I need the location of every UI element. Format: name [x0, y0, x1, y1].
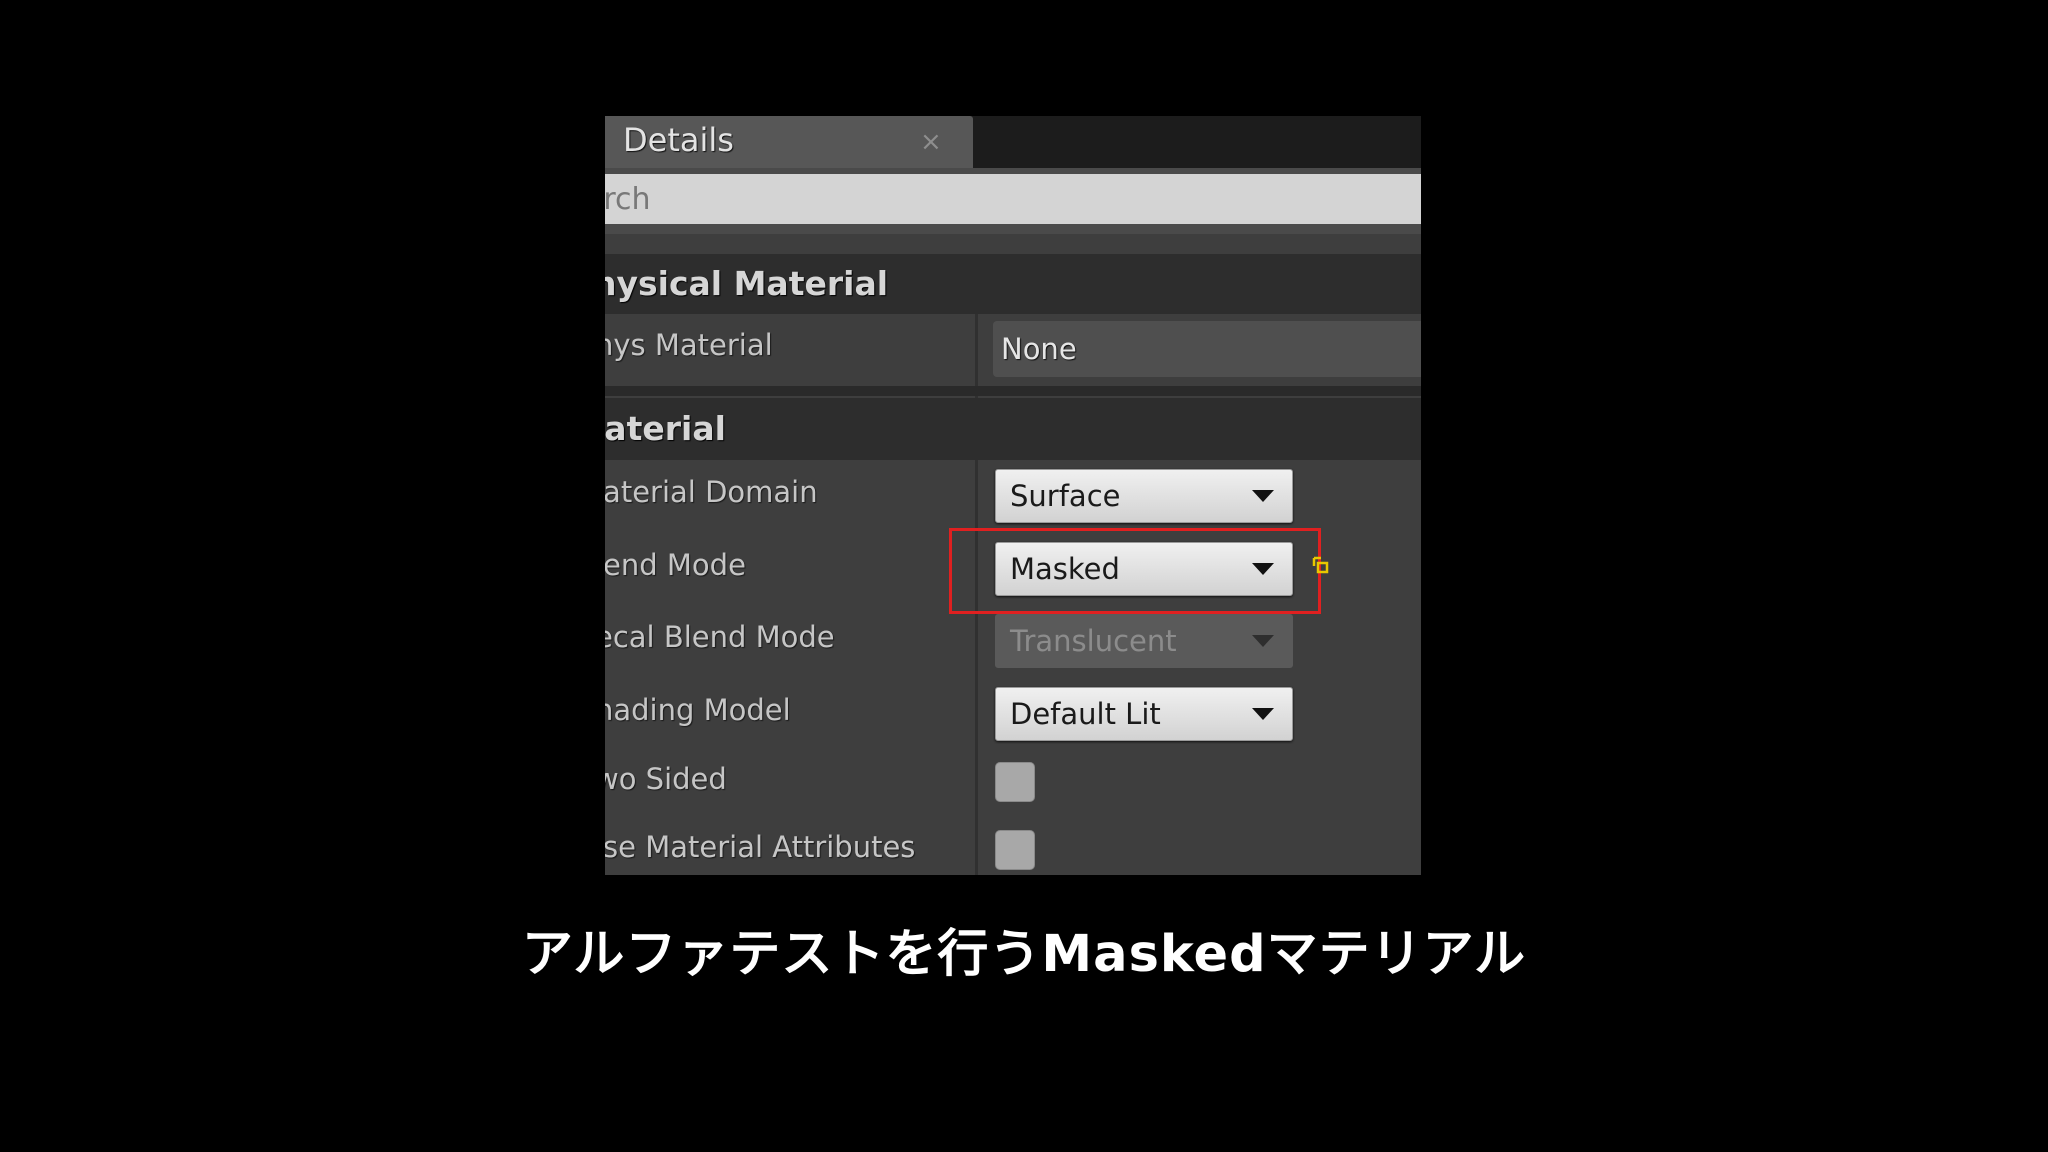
shading-model-dropdown[interactable]: Default Lit [995, 687, 1293, 741]
property-label-decal-blend-mode: ecal Blend Mode [605, 620, 835, 654]
property-label-two-sided: wo Sided [605, 762, 727, 796]
dropdown-value: Translucent [1010, 624, 1177, 658]
dropdown-arrow-icon [1252, 563, 1274, 575]
property-label-use-material-attributes: lse Material Attributes [605, 830, 916, 864]
property-label-blend-mode: lend Mode [605, 548, 746, 582]
dropdown-value: Surface [1010, 479, 1121, 513]
property-label-phys-material: hys Material [605, 328, 773, 362]
dropdown-arrow-icon [1252, 708, 1274, 720]
tab-title: Details [623, 121, 734, 159]
decal-blend-mode-dropdown[interactable]: Translucent [995, 614, 1293, 668]
category-label: laterial [605, 409, 726, 448]
tab-bar: Details × [605, 116, 1421, 168]
property-label-shading-model: hading Model [605, 693, 791, 727]
category-label: hysical Material [605, 264, 889, 303]
use-material-attributes-checkbox[interactable] [995, 830, 1035, 870]
close-icon[interactable]: × [920, 116, 942, 168]
dropdown-arrow-icon [1252, 490, 1274, 502]
category-physical-material[interactable]: hysical Material [605, 254, 1421, 314]
tab-details[interactable]: Details × [605, 116, 973, 168]
search-input[interactable] [605, 174, 1421, 224]
category-material[interactable]: laterial [605, 398, 1421, 460]
category-separator [605, 386, 1421, 396]
dropdown-value: Masked [1010, 552, 1120, 586]
dropdown-value: Default Lit [1010, 697, 1161, 731]
two-sided-checkbox[interactable] [995, 762, 1035, 802]
video-caption: アルファテストを行うMaskedマテリアル [521, 925, 1527, 984]
phys-material-picker[interactable]: None [993, 321, 1421, 377]
blend-mode-dropdown[interactable]: Masked [995, 542, 1293, 596]
cursor-icon [1312, 556, 1329, 574]
material-domain-dropdown[interactable]: Surface [995, 469, 1293, 523]
property-label-material-domain: laterial Domain [605, 475, 818, 509]
dropdown-arrow-icon [1252, 635, 1274, 647]
details-panel: Details × hysical Material hys Material … [605, 116, 1421, 875]
